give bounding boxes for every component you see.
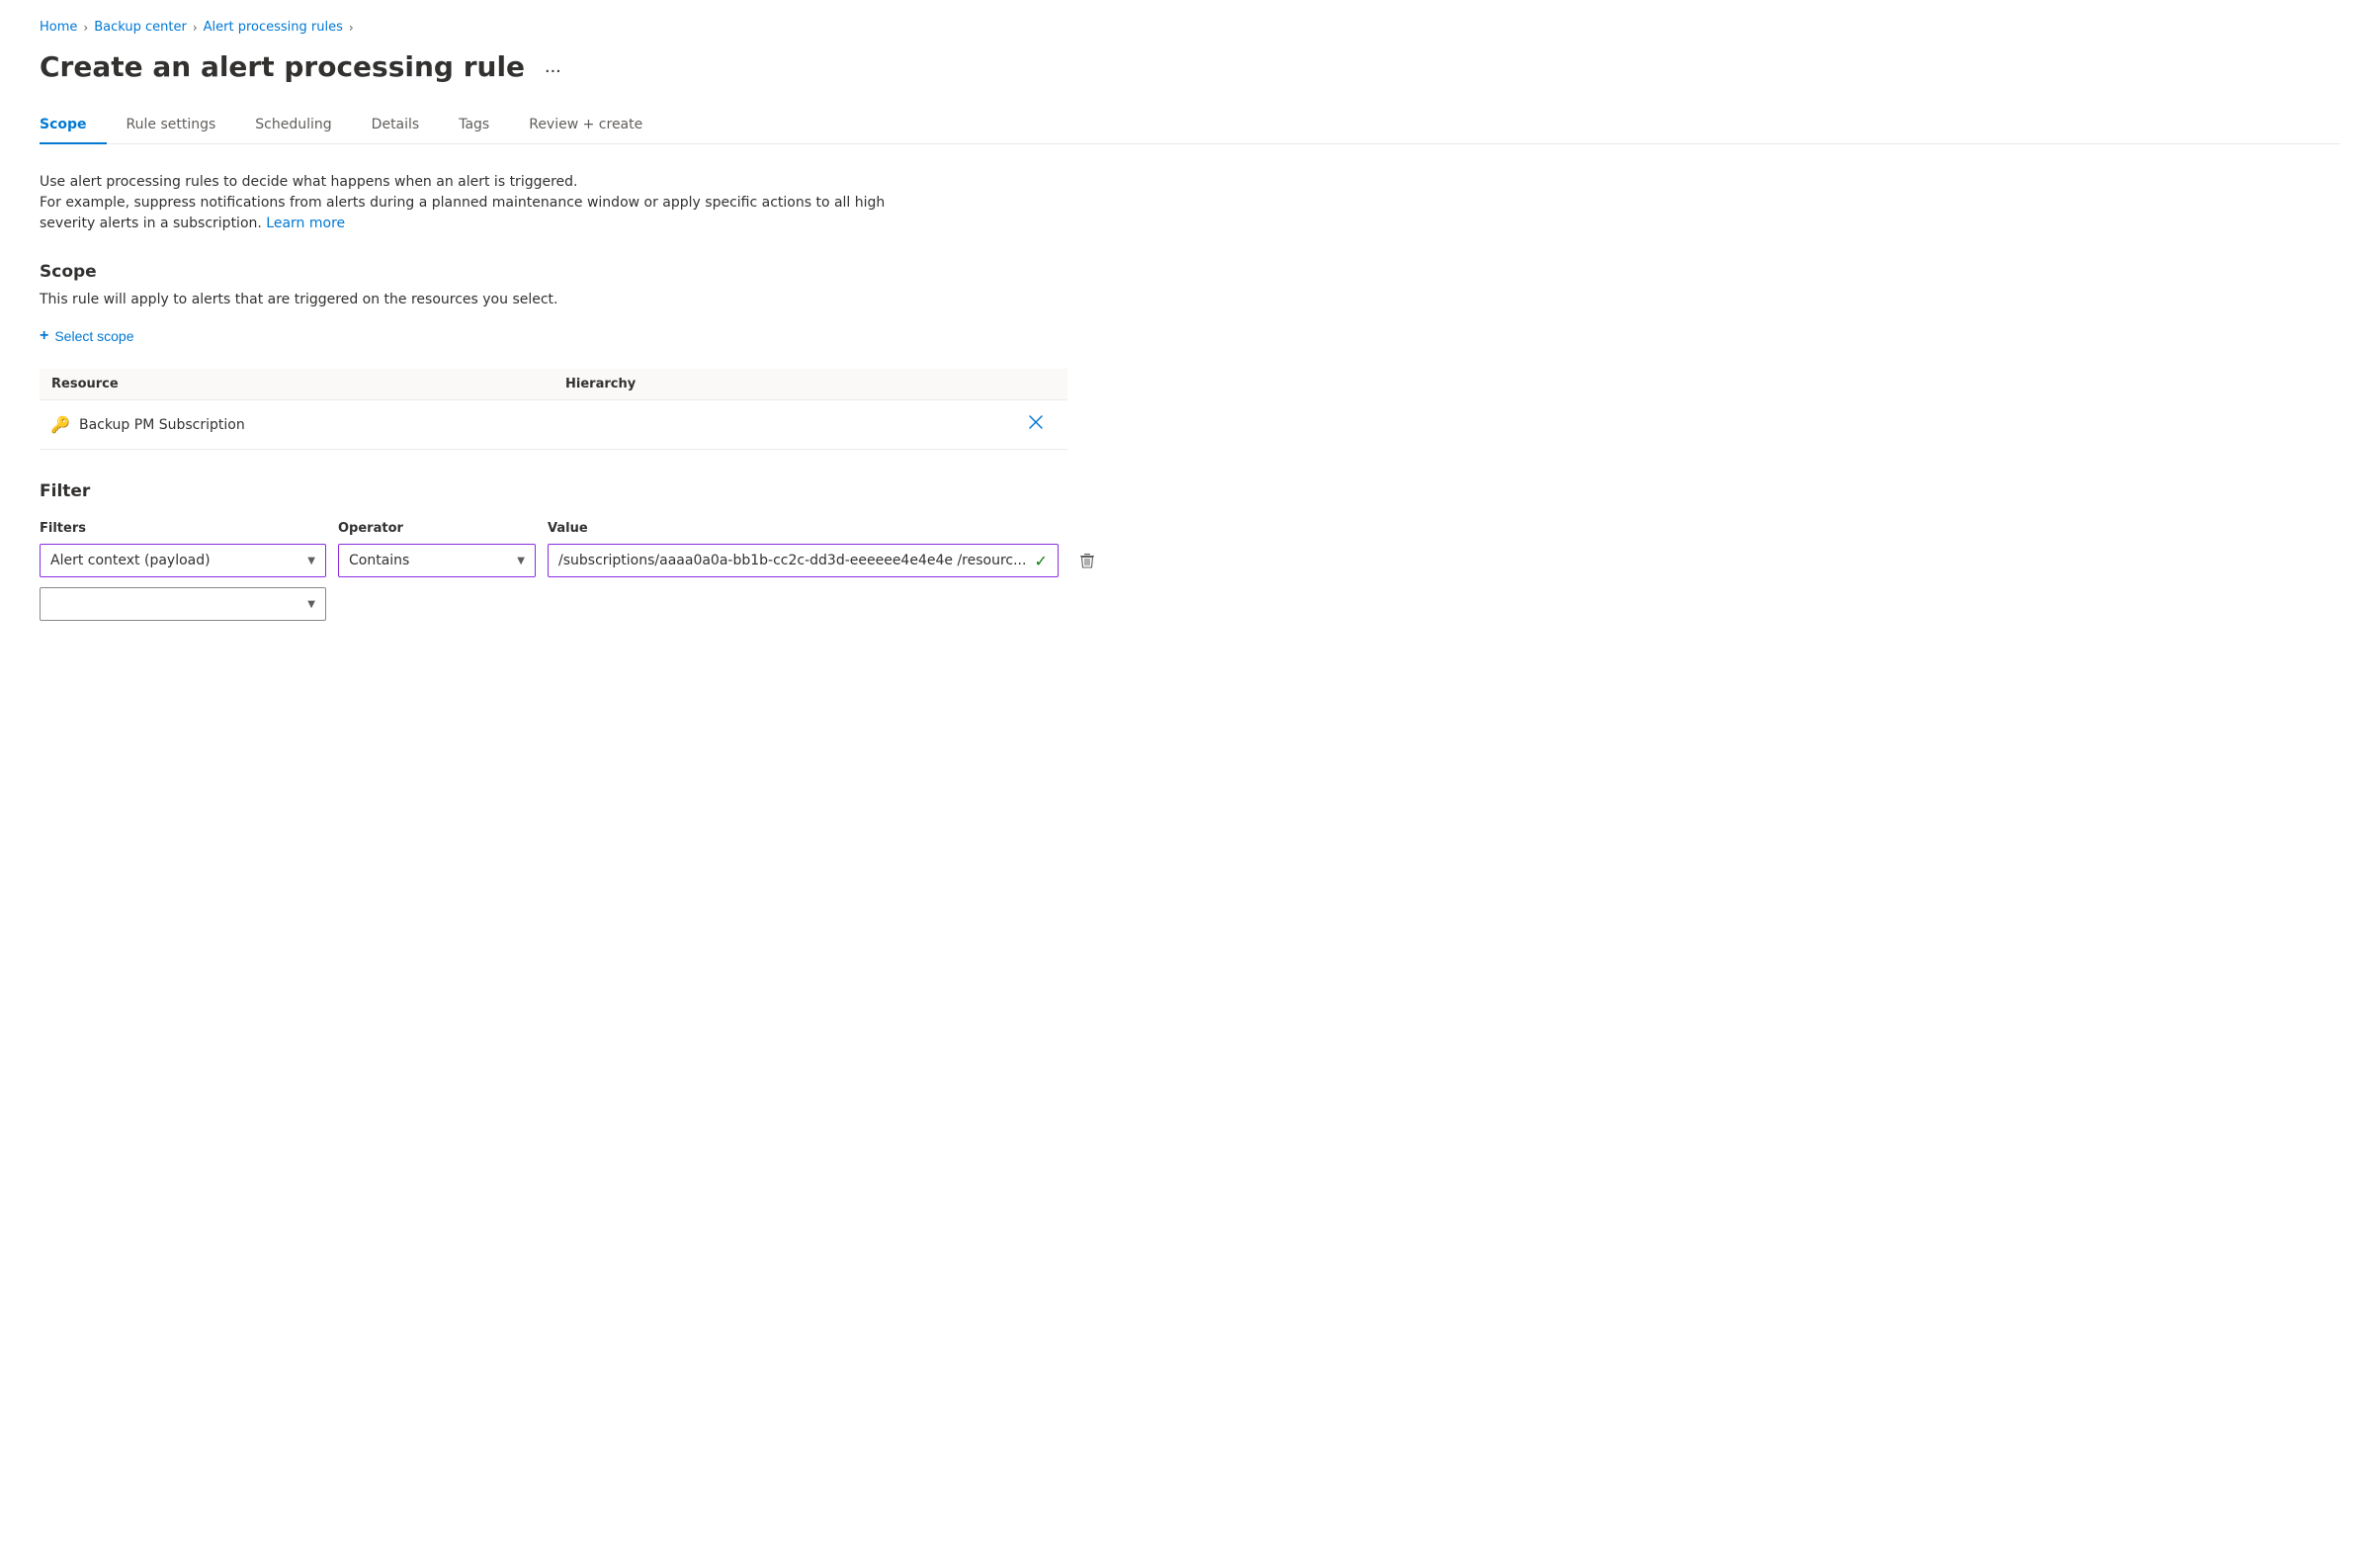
- chevron-down-icon: ▼: [307, 599, 315, 610]
- breadcrumb-home[interactable]: Home: [40, 20, 77, 35]
- breadcrumb: Home › Backup center › Alert processing …: [40, 20, 2340, 35]
- value-text: /subscriptions/aaaa0a0a-bb1b-cc2c-dd3d-e…: [558, 553, 1026, 568]
- tab-details[interactable]: Details: [352, 107, 440, 144]
- filter-section-title: Filter: [40, 481, 2340, 501]
- filter-row-1: Alert context (payload) ▼ Contains ▼ /su…: [40, 544, 1067, 577]
- filter-dropdown[interactable]: Alert context (payload) ▼: [40, 544, 326, 577]
- chevron-down-icon: ▼: [517, 556, 525, 566]
- resource-name: Backup PM Subscription: [79, 417, 245, 433]
- value-column-header: Value: [548, 521, 1067, 536]
- tab-scheduling[interactable]: Scheduling: [235, 107, 351, 144]
- trash-icon: [1078, 552, 1096, 569]
- tabs-container: Scope Rule settings Scheduling Details T…: [40, 107, 2340, 144]
- hierarchy-column-header: Hierarchy: [553, 369, 1008, 400]
- tab-review-create[interactable]: Review + create: [509, 107, 662, 144]
- description-line1: Use alert processing rules to decide wha…: [40, 172, 890, 193]
- delete-filter-button[interactable]: [1070, 548, 1104, 573]
- chevron-down-icon: ▼: [307, 556, 315, 566]
- hierarchy-cell: [553, 400, 1008, 450]
- resource-column-header: Resource: [40, 369, 553, 400]
- page-title: Create an alert processing rule: [40, 50, 525, 83]
- close-icon: [1028, 414, 1044, 430]
- filter-value: Alert context (payload): [50, 553, 211, 568]
- operator-column-header: Operator: [338, 521, 536, 536]
- learn-more-link[interactable]: Learn more: [266, 216, 345, 231]
- subscription-icon: 🔑: [51, 416, 69, 434]
- description-line2: For example, suppress notifications from…: [40, 193, 890, 234]
- plus-icon: +: [40, 327, 48, 345]
- filter-section: Filter Filters Operator Value Alert cont…: [40, 481, 2340, 621]
- scope-section: Scope This rule will apply to alerts tha…: [40, 262, 2340, 450]
- delete-resource-button[interactable]: [1020, 410, 1052, 439]
- breadcrumb-alert-processing-rules[interactable]: Alert processing rules: [204, 20, 343, 35]
- select-scope-button[interactable]: + Select scope: [40, 323, 134, 349]
- operator-value: Contains: [349, 553, 409, 568]
- select-scope-label: Select scope: [54, 328, 133, 344]
- description-box: Use alert processing rules to decide wha…: [40, 172, 890, 234]
- empty-filter-dropdown[interactable]: ▼: [40, 587, 326, 621]
- checkmark-icon: ✓: [1034, 552, 1047, 570]
- filters-column-header: Filters: [40, 521, 326, 536]
- table-row: 🔑 Backup PM Subscription: [40, 400, 1067, 450]
- operator-dropdown[interactable]: Contains ▼: [338, 544, 536, 577]
- breadcrumb-backup-center[interactable]: Backup center: [94, 20, 187, 35]
- tab-scope[interactable]: Scope: [40, 107, 107, 144]
- filter-table-header: Filters Operator Value: [40, 521, 1067, 544]
- scope-section-title: Scope: [40, 262, 2340, 282]
- ellipsis-button[interactable]: ...: [537, 51, 569, 82]
- value-input[interactable]: /subscriptions/aaaa0a0a-bb1b-cc2c-dd3d-e…: [548, 544, 1059, 577]
- scope-section-subtitle: This rule will apply to alerts that are …: [40, 292, 2340, 307]
- tab-tags[interactable]: Tags: [439, 107, 509, 144]
- page-title-row: Create an alert processing rule ...: [40, 50, 2340, 83]
- tab-rule-settings[interactable]: Rule settings: [107, 107, 236, 144]
- scope-table: Resource Hierarchy 🔑 Backup PM Subscript…: [40, 369, 1067, 450]
- filter-row-empty: ▼: [40, 587, 1067, 621]
- resource-cell: 🔑 Backup PM Subscription: [51, 416, 542, 434]
